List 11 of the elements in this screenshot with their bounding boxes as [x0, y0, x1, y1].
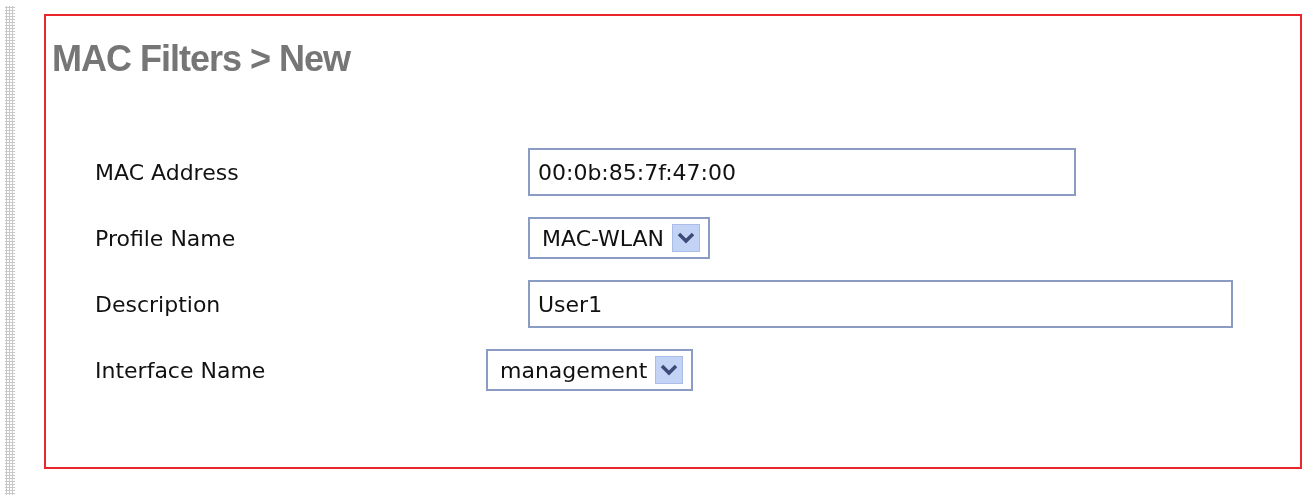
dropdown[interactable]: MAC-WLAN — [528, 217, 711, 259]
caret-icon — [655, 356, 684, 384]
text-field[interactable]: User1 — [528, 280, 1233, 328]
caret-icon — [672, 224, 701, 252]
dropdown[interactable]: management — [486, 349, 694, 391]
field-label: MAC Address — [95, 159, 239, 185]
page-title: MAC Filters > New — [52, 38, 351, 80]
field-label: Interface Name — [95, 357, 266, 383]
field-label: Description — [95, 291, 221, 317]
text-field[interactable]: 00:0b:85:7f:47:00 — [528, 148, 1076, 196]
field-label: Profile Name — [95, 225, 236, 251]
